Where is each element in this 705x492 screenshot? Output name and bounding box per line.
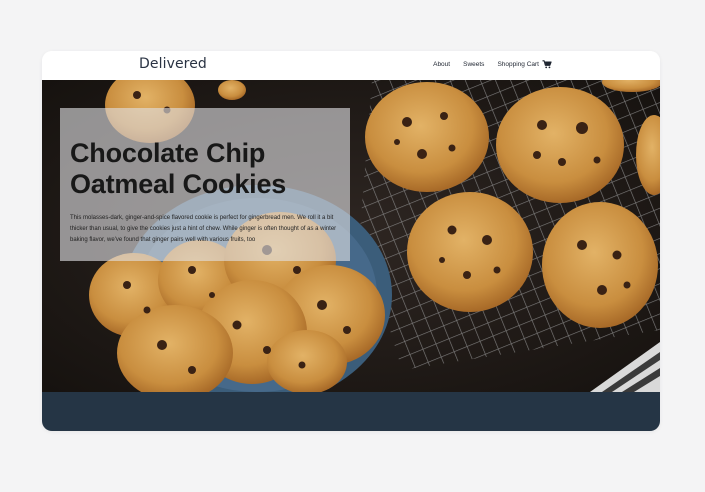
nav-links: About Sweets Shopping Cart xyxy=(433,60,552,69)
nav-sweets-link[interactable]: Sweets xyxy=(463,61,484,68)
hero-text-panel: Chocolate Chip Oatmeal Cookies This mola… xyxy=(60,108,350,261)
nav-cart-label: Shopping Cart xyxy=(497,61,539,68)
hero-title: Chocolate Chip Oatmeal Cookies xyxy=(70,138,287,199)
brand-logo[interactable]: Delivered xyxy=(139,56,207,72)
navbar: Delivered About Sweets Shopping Cart xyxy=(42,51,660,80)
nav-cart-link[interactable]: Shopping Cart xyxy=(497,60,552,69)
shopping-cart-icon xyxy=(542,60,552,69)
hero-description: This molasses-dark, ginger-and-spice fla… xyxy=(70,215,337,243)
nav-about-link[interactable]: About xyxy=(433,61,450,68)
browser-page: Delivered About Sweets Shopping Cart Cho… xyxy=(42,51,660,431)
hero-section: Chocolate Chip Oatmeal Cookies This mola… xyxy=(42,80,660,392)
footer-band xyxy=(42,392,660,431)
